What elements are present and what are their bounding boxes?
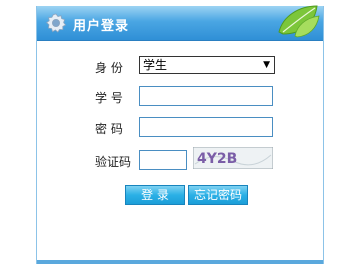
password-input[interactable] xyxy=(139,117,273,137)
identity-row: 身 份 学生 ▼ xyxy=(37,56,323,78)
panel-header: 用户登录 xyxy=(37,5,323,41)
student-id-row: 学 号 xyxy=(37,86,323,108)
login-panel: 用户登录 身 份 学生 ▼ 学 号 密 码 验证码 4Y2B 登 录 忘记密码 xyxy=(36,5,324,264)
student-id-label: 学 号 xyxy=(95,91,123,105)
leaf-icon xyxy=(278,5,320,38)
password-label: 密 码 xyxy=(95,122,123,136)
password-row: 密 码 xyxy=(37,117,323,139)
forgot-password-button[interactable]: 忘记密码 xyxy=(188,185,248,205)
login-button[interactable]: 登 录 xyxy=(125,185,185,205)
identity-select[interactable]: 学生 ▼ xyxy=(139,56,275,74)
dropdown-arrow-icon: ▼ xyxy=(263,60,270,70)
panel-footer xyxy=(37,260,323,264)
identity-label: 身 份 xyxy=(95,61,123,75)
captcha-text: 4Y2B xyxy=(197,151,237,167)
identity-selected-value: 学生 xyxy=(143,58,168,72)
captcha-image[interactable]: 4Y2B xyxy=(193,147,273,169)
captcha-label: 验证码 xyxy=(95,155,132,169)
gear-icon xyxy=(45,13,67,33)
captcha-input[interactable] xyxy=(139,150,187,170)
student-id-input[interactable] xyxy=(139,86,273,106)
button-row: 登 录 忘记密码 xyxy=(37,185,323,207)
panel-title: 用户登录 xyxy=(73,19,130,34)
captcha-row: 验证码 4Y2B xyxy=(37,147,323,172)
